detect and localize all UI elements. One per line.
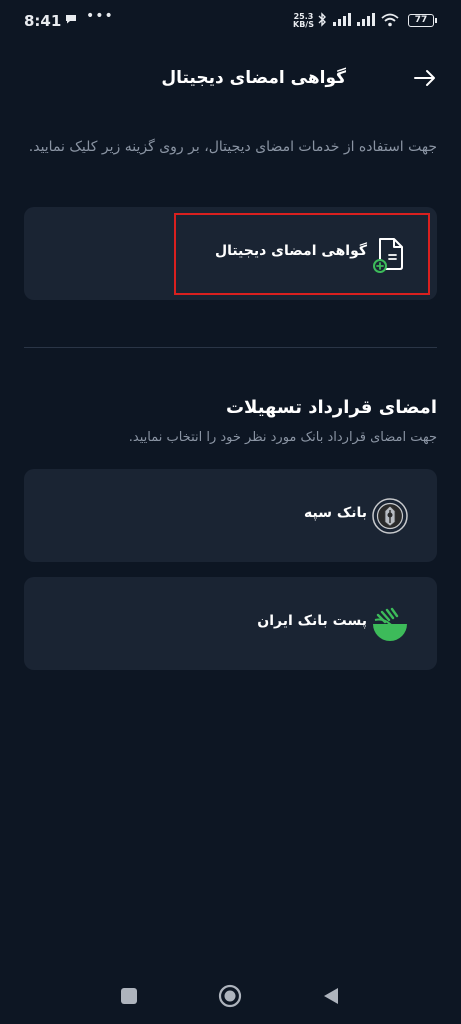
arrow-right-icon[interactable] — [411, 64, 439, 92]
screen: 8:41 ••• 25.3 KB/S 77 گواهی امضای دیجیتا… — [0, 0, 461, 1024]
section-subtitle: جهت امضای قرارداد بانک مورد نظر خود را ا… — [128, 430, 437, 445]
post-bank-logo — [373, 607, 407, 641]
chat-icon — [66, 15, 76, 24]
more-notifications-icon: ••• — [86, 8, 114, 24]
battery-icon: 77 — [408, 14, 437, 27]
page-title: گواهی امضای دیجیتال — [161, 68, 346, 88]
status-time: 8:41 — [24, 12, 62, 30]
back-button[interactable] — [322, 986, 340, 1006]
section-title: امضای قرارداد تسهیلات — [225, 397, 437, 418]
signal-icon — [357, 13, 375, 26]
bluetooth-icon — [318, 12, 326, 27]
bank-item-sepah[interactable]: بانک سپه — [24, 469, 437, 562]
system-nav-bar — [0, 980, 461, 1012]
app-header: گواهی امضای دیجیتال — [0, 52, 461, 104]
section-divider — [24, 347, 437, 348]
bank-label-post-bank: پست بانک ایران — [257, 613, 367, 629]
status-icons — [318, 12, 399, 27]
recent-apps-button[interactable] — [121, 988, 137, 1004]
network-speed-unit: KB/S — [293, 20, 314, 29]
network-speed: 25.3 KB/S — [293, 13, 314, 29]
signal-icon — [333, 13, 351, 26]
selection-highlight — [174, 213, 430, 295]
bank-label-sepah: بانک سپه — [304, 505, 367, 521]
intro-text: جهت استفاده از خدمات امضای دیجیتال، بر ر… — [28, 139, 437, 155]
bank-item-post-bank[interactable]: پست بانک ایران — [24, 577, 437, 670]
home-button[interactable] — [218, 984, 242, 1008]
sepah-bank-logo — [372, 498, 408, 534]
wifi-icon — [381, 13, 399, 26]
status-bar: 8:41 ••• 25.3 KB/S 77 — [0, 0, 461, 44]
